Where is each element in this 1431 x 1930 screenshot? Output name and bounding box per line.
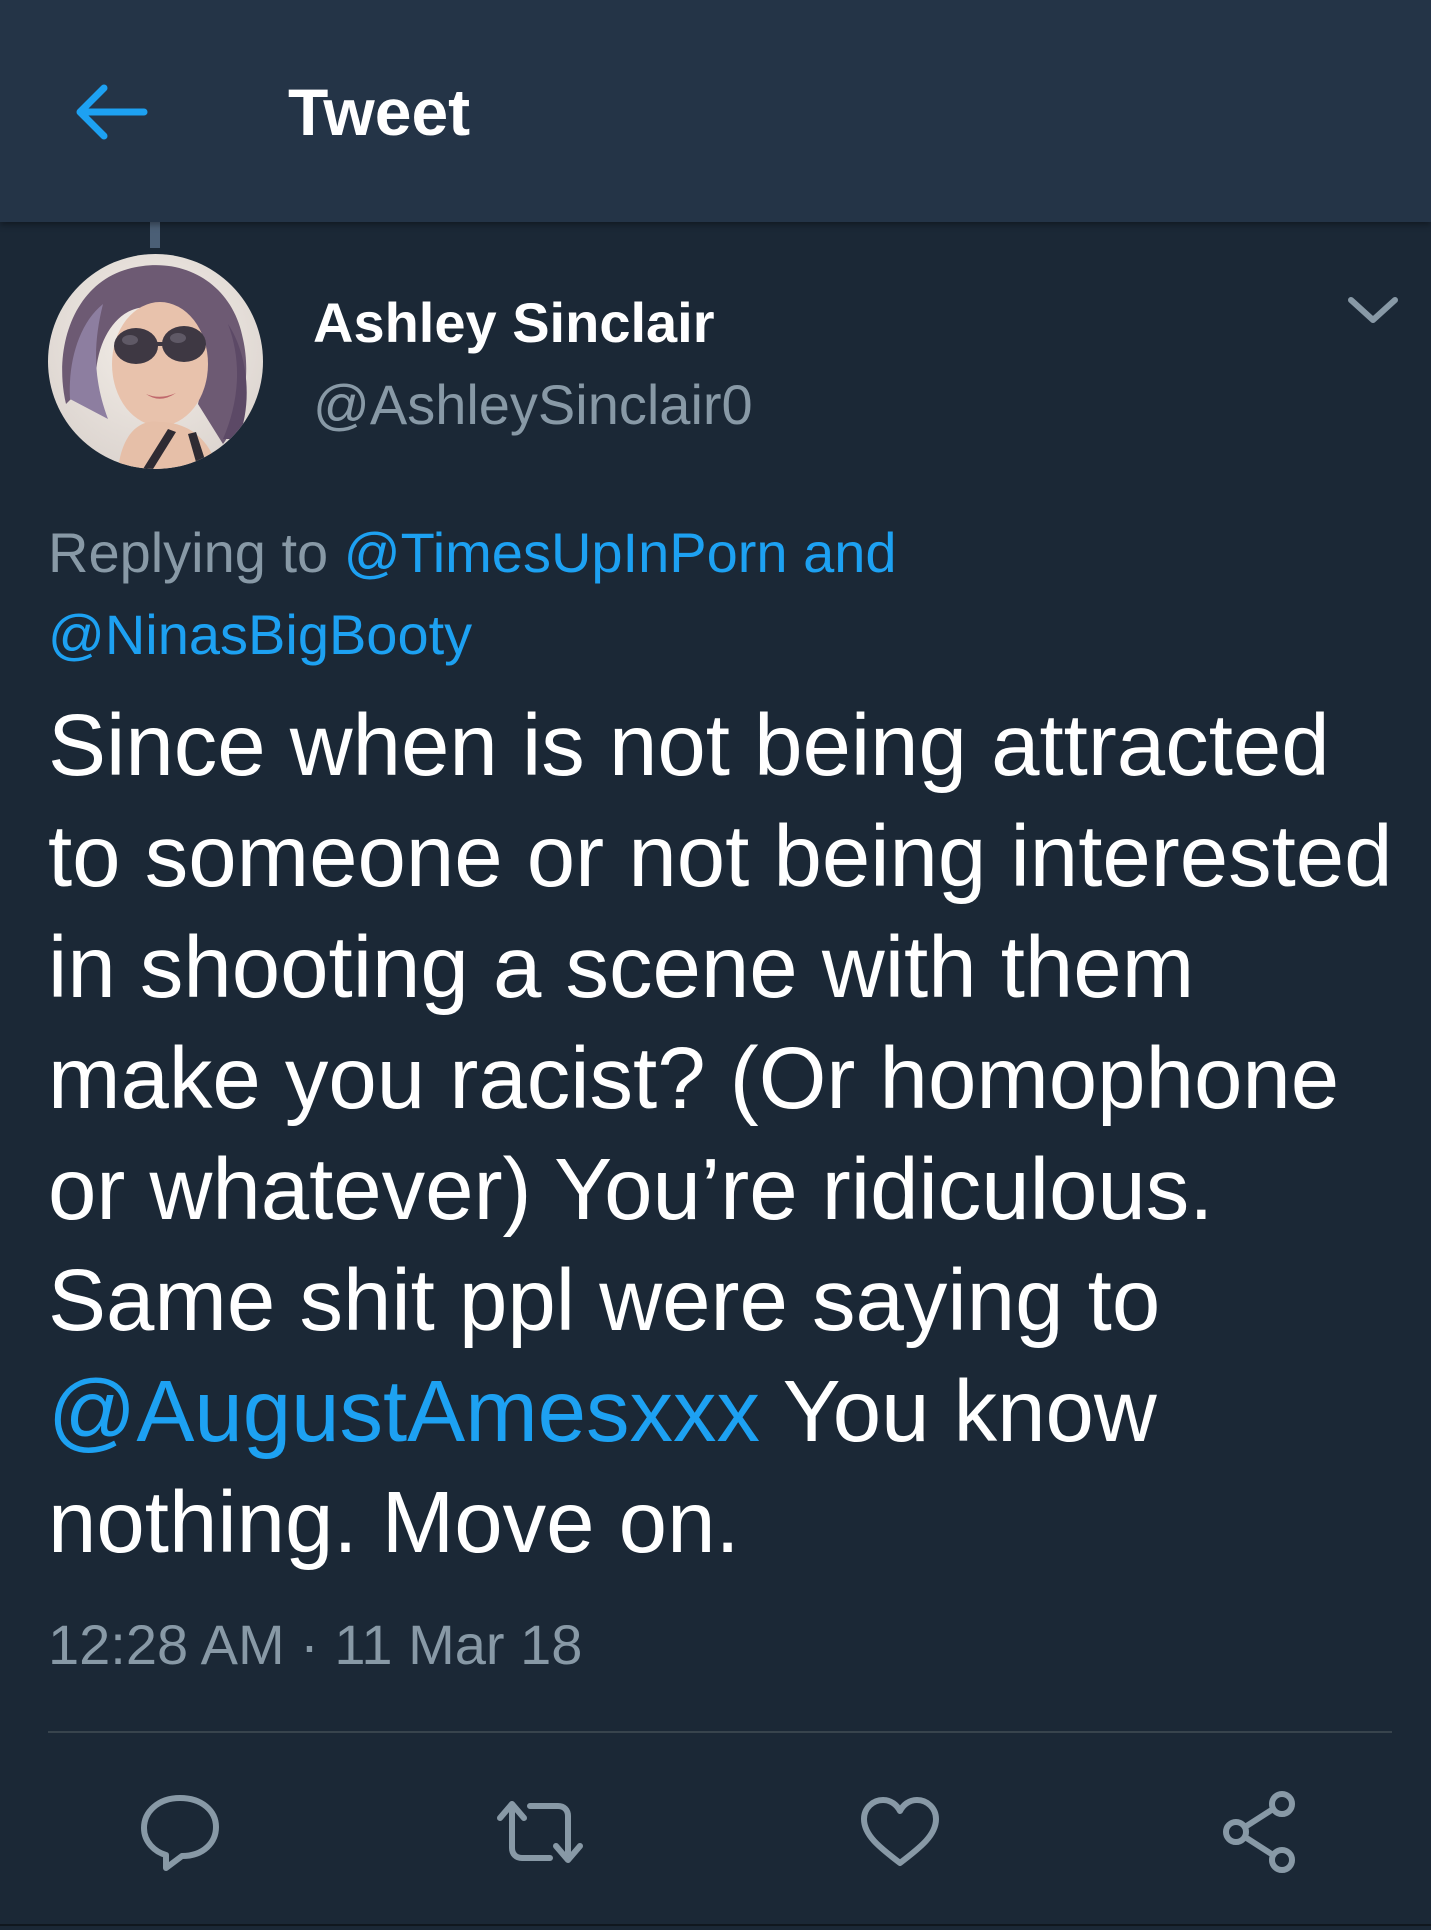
tweet-text-part: Since when is not being attracted to som… (48, 697, 1393, 1349)
tweet-options-button[interactable] (1345, 285, 1401, 335)
avatar-image (48, 254, 263, 469)
share-button[interactable] (1210, 1782, 1310, 1882)
reply-mention-link[interactable]: @TimesUpInPorn (344, 521, 788, 584)
thread-connector-line (150, 222, 160, 248)
reply-button[interactable] (130, 1782, 230, 1882)
divider (48, 1731, 1392, 1733)
tweet-text: Since when is not being attracted to som… (48, 690, 1418, 1578)
back-button[interactable] (62, 68, 158, 156)
author-name[interactable]: Ashley Sinclair (313, 290, 715, 356)
replying-prefix: Replying to (48, 521, 329, 584)
avatar[interactable] (48, 254, 263, 469)
replying-to: Replying to @TimesUpInPorn and @NinasBig… (48, 512, 1408, 676)
page-title: Tweet (288, 75, 471, 149)
reply-joiner[interactable]: and (803, 521, 896, 584)
author-handle[interactable]: @AshleySinclair0 (313, 372, 753, 438)
retweet-button[interactable] (490, 1782, 590, 1882)
share-icon (1223, 1791, 1295, 1873)
mention-link[interactable]: @AugustAmesxxx (48, 1363, 760, 1460)
tweet-timestamp: 12:28 AM · 11 Mar 18 (48, 1613, 583, 1676)
reply-icon (141, 1795, 219, 1871)
bottom-divider (0, 1924, 1431, 1926)
arrow-left-icon (76, 84, 148, 140)
reply-mention-link[interactable]: @NinasBigBooty (48, 603, 472, 666)
chevron-down-icon (1348, 297, 1398, 323)
top-bar: Tweet (0, 0, 1431, 222)
like-icon (861, 1797, 939, 1866)
like-button[interactable] (850, 1782, 950, 1882)
retweet-icon (497, 1801, 583, 1863)
tweet-detail-screen: Tweet Ashley Sinclair @AshleySinclair0 R… (0, 0, 1431, 1930)
